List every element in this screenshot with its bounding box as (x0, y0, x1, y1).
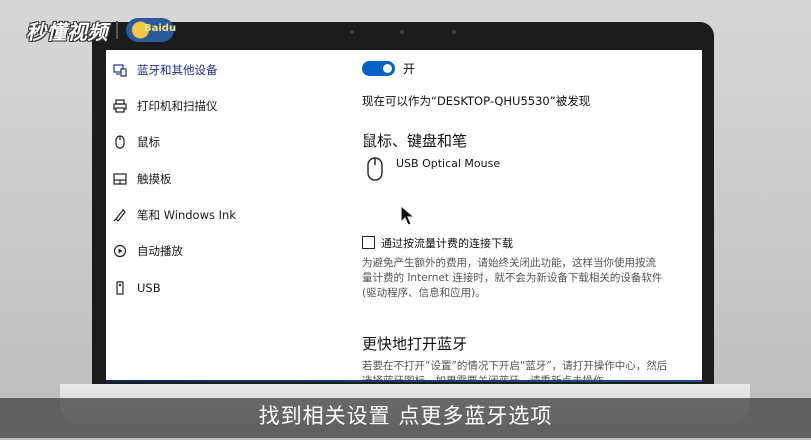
watermark-separator (116, 21, 118, 39)
usb-mouse-device-icon[interactable] (366, 156, 384, 186)
sidebar-item-label: 笔和 Windows Ink (137, 208, 236, 222)
settings-sidebar: 蓝牙和其他设备 打印机和扫描仪 鼠标 触摸板 笔和 Windows Ink 自动… (106, 50, 338, 382)
printer-icon (112, 98, 128, 114)
sidebar-item-label: 鼠标 (137, 135, 160, 149)
touchpad-icon (112, 171, 128, 187)
partner-logo: Baidu (126, 18, 176, 42)
camera-dot (452, 30, 456, 34)
watermark-brand-text: 秒懂视频 (26, 19, 108, 44)
mouse-icon (112, 134, 128, 150)
sidebar-item-label: 打印机和扫描仪 (137, 99, 218, 113)
bluetooth-toggle[interactable] (362, 61, 395, 76)
metered-download-label[interactable]: 通过按流量计费的连接下载 (381, 235, 513, 251)
bluetooth-toggle-state: 开 (403, 62, 416, 76)
description-line: 若要在不打开“设置”的情况下开启“蓝牙”，请打开操作中心，然后 (362, 360, 668, 372)
mouse-pointer-icon (400, 204, 416, 231)
watermark-logo: 秒懂视频 Baidu (26, 14, 176, 46)
sidebar-item-label: 蓝牙和其他设备 (137, 63, 218, 77)
metered-download-checkbox[interactable] (362, 236, 375, 249)
subtitle-text: 找到相关设置 点更多蓝牙选项 (258, 404, 553, 428)
metered-description: 为避免产生额外的费用，请始终关闭此功能，这样当你使用按流 量计费的 Intern… (362, 256, 702, 301)
description-line: 量计费的 Internet 连接时，就不会为新设备下载相关的设备软件 (362, 272, 663, 284)
description-line: (驱动程序、信息和应用)。 (362, 287, 486, 299)
usb-icon (112, 280, 128, 296)
quick-bluetooth-heading: 更快地打开蓝牙 (362, 335, 468, 353)
pen-icon (112, 207, 128, 223)
bluetooth-devices-icon (112, 62, 128, 78)
camera-dot (350, 30, 354, 34)
camera-dot (400, 30, 404, 34)
sidebar-item-label: 触摸板 (137, 172, 172, 186)
taskbar (106, 380, 702, 382)
discoverable-status: 现在可以作为“DESKTOP-QHU5530”被发现 (362, 94, 591, 108)
sidebar-item-label: 自动播放 (137, 244, 183, 258)
description-line: 为避免产生额外的费用，请始终关闭此功能，这样当你使用按流 (362, 257, 656, 269)
settings-window: 蓝牙和其他设备 打印机和扫描仪 鼠标 触摸板 笔和 Windows Ink 自动… (106, 50, 702, 382)
usb-mouse-device-name[interactable]: USB Optical Mouse (396, 157, 500, 170)
sidebar-item-label: USB (137, 281, 161, 295)
mouse-keyboard-pen-heading: 鼠标、键盘和笔 (362, 132, 468, 150)
bluetooth-settings-content: 开 现在可以作为“DESKTOP-QHU5530”被发现 鼠标、键盘和笔 USB… (360, 50, 700, 382)
quick-bluetooth-description: 若要在不打开“设置”的情况下开启“蓝牙”，请打开操作中心，然后 选择蓝牙图标。如… (362, 359, 702, 382)
autoplay-icon (112, 243, 128, 259)
